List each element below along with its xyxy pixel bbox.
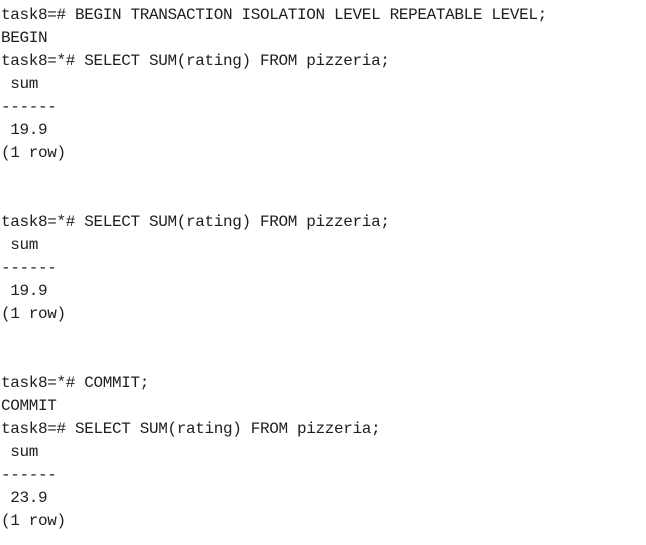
- command-line: task8=# BEGIN TRANSACTION ISOLATION LEVE…: [1, 6, 547, 24]
- result-value: 19.9: [1, 121, 48, 139]
- result-column-header: sum: [1, 443, 39, 461]
- command-line: task8=*# COMMIT;: [1, 374, 150, 392]
- command-line: task8=*# SELECT SUM(rating) FROM pizzeri…: [1, 52, 390, 70]
- row-count: (1 row): [1, 305, 66, 323]
- output-line: COMMIT: [1, 397, 57, 415]
- result-value: 23.9: [1, 489, 48, 507]
- row-count: (1 row): [1, 512, 66, 530]
- result-value: 19.9: [1, 282, 48, 300]
- result-column-header: sum: [1, 75, 39, 93]
- row-count: (1 row): [1, 144, 66, 162]
- command-line: task8=*# SELECT SUM(rating) FROM pizzeri…: [1, 213, 390, 231]
- terminal-output[interactable]: task8=# BEGIN TRANSACTION ISOLATION LEVE…: [1, 4, 645, 542]
- result-separator: ------: [1, 259, 57, 277]
- result-separator: ------: [1, 466, 57, 484]
- result-separator: ------: [1, 98, 57, 116]
- command-line: task8=# SELECT SUM(rating) FROM pizzeria…: [1, 420, 381, 438]
- output-line: BEGIN: [1, 29, 48, 47]
- result-column-header: sum: [1, 236, 39, 254]
